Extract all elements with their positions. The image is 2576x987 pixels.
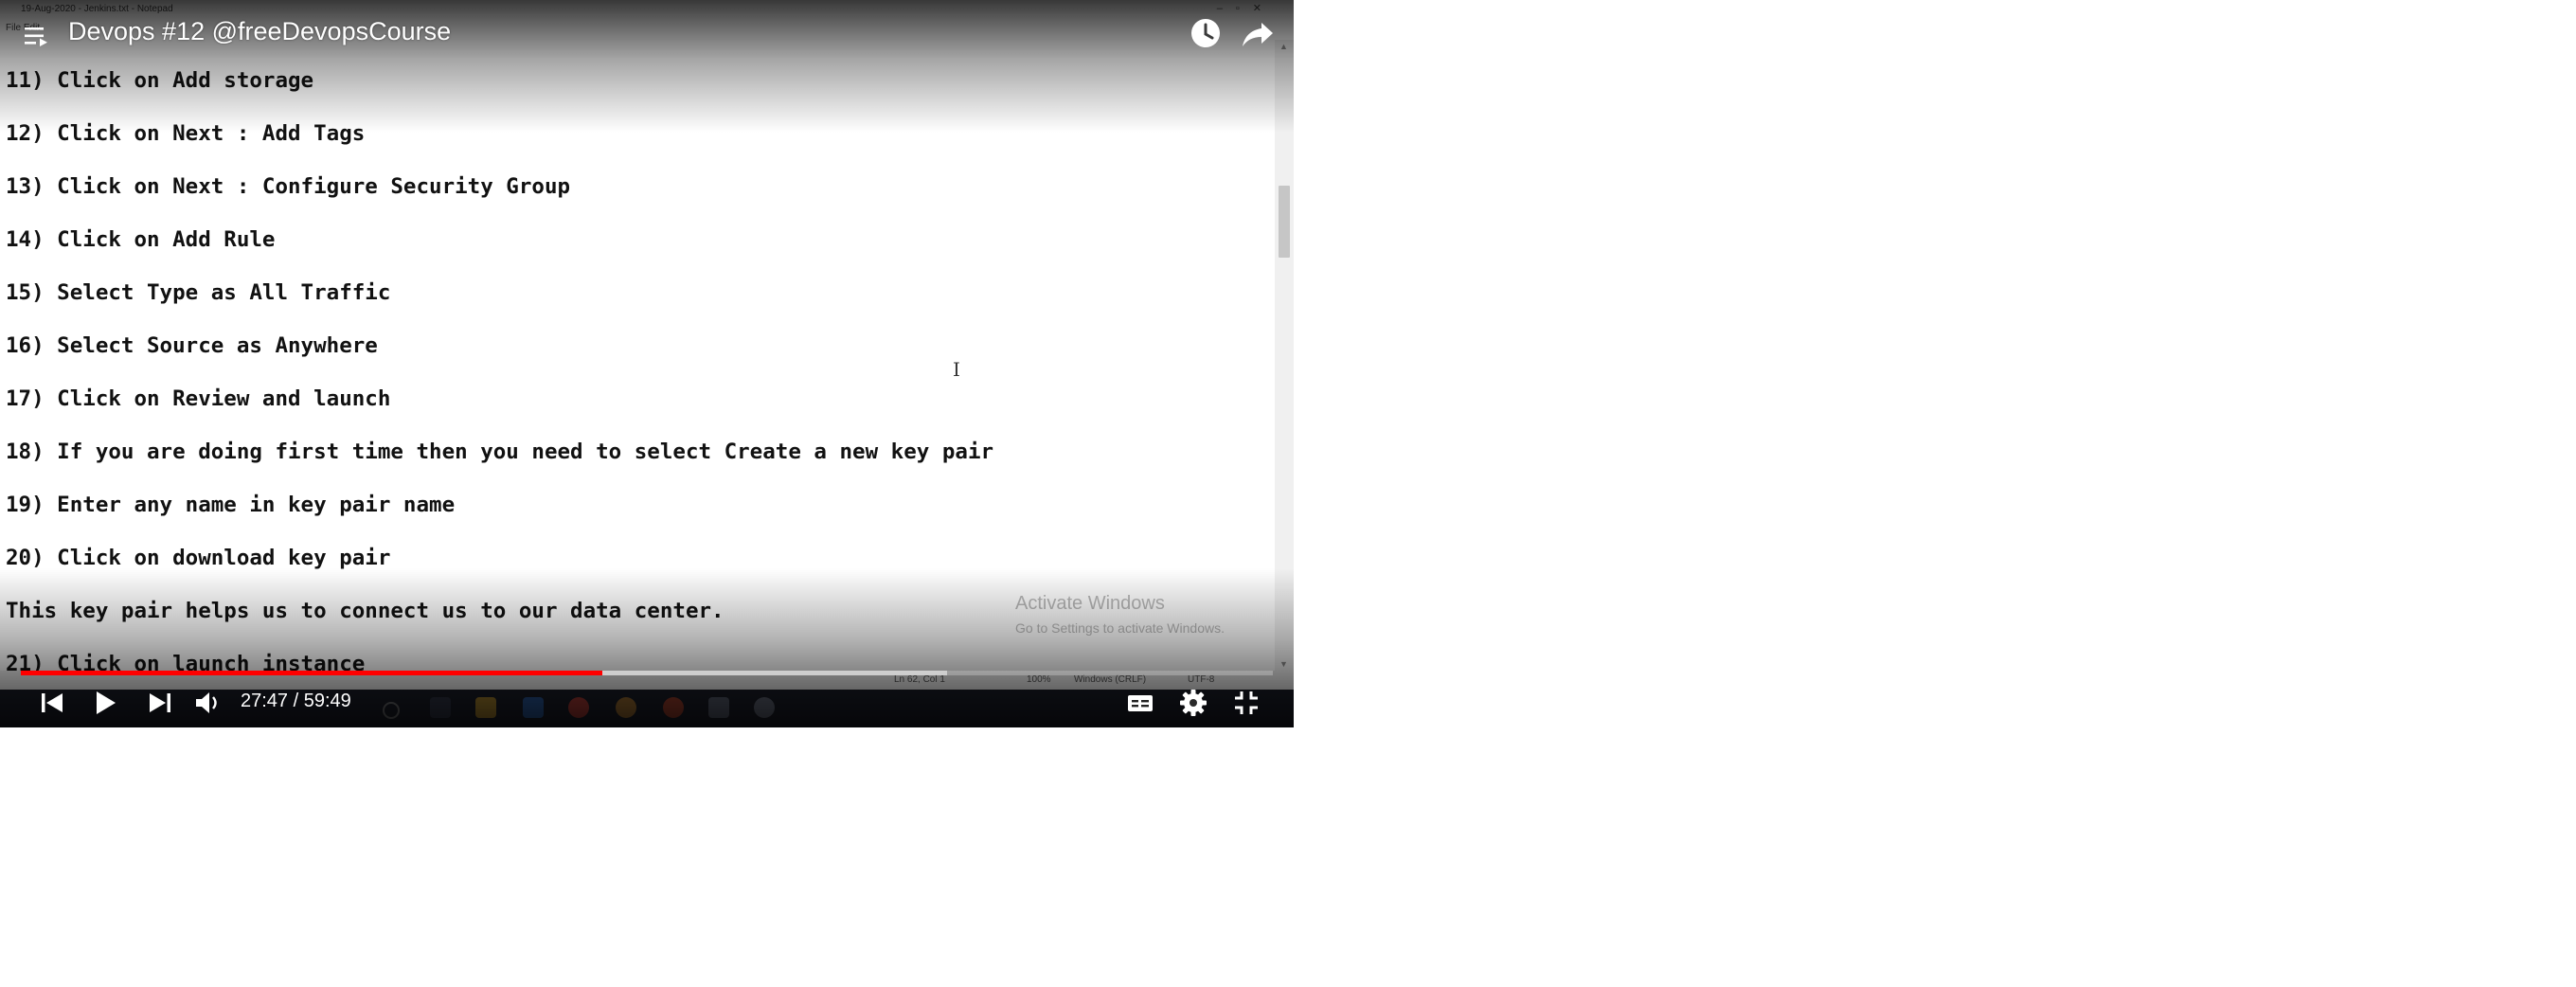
text-line: 18) If you are doing first time then you… — [6, 440, 994, 464]
playlist-icon[interactable] — [25, 25, 53, 47]
cortana-icon — [383, 702, 400, 719]
video-title[interactable]: Devops #12 @freeDevopsCourse — [68, 17, 451, 46]
status-encoding: UTF-8 — [1188, 674, 1215, 685]
duration: 59:49 — [303, 691, 351, 711]
text-line: 16) Select Source as Anywhere — [6, 333, 378, 358]
text-line: 17) Click on Review and launch — [6, 386, 391, 411]
taskbar-app-icon — [616, 697, 636, 718]
cc-icon[interactable] — [1123, 686, 1157, 720]
taskbar-app-icon — [754, 697, 775, 718]
activate-windows-subtitle: Go to Settings to activate Windows. — [1015, 620, 1225, 636]
notepad-text-area: 11) Click on Add storage 12) Click on Ne… — [6, 68, 993, 705]
scrollbar-thumb — [1279, 186, 1290, 258]
exit-fullscreen-icon[interactable] — [1229, 686, 1263, 720]
play-icon[interactable] — [87, 686, 121, 720]
task-view-icon — [430, 697, 451, 718]
notepad-titlebar: 19-Aug-2020 - Jenkins.txt - Notepad –▫✕ — [0, 0, 1294, 19]
notepad-taskbar-icon — [708, 697, 729, 718]
file-explorer-icon — [475, 697, 496, 718]
skip-next-icon[interactable] — [142, 686, 176, 720]
status-line-ending: Windows (CRLF) — [1074, 674, 1147, 685]
skip-previous-icon[interactable] — [36, 686, 70, 720]
text-line: 15) Select Type as All Traffic — [6, 280, 391, 305]
notepad-window-controls: –▫✕ — [1216, 3, 1275, 14]
text-line: 13) Click on Next : Configure Security G… — [6, 174, 571, 199]
speaker-icon[interactable] — [191, 686, 225, 720]
scroll-up-arrow-icon: ▲ — [1279, 42, 1288, 51]
text-line: 12) Click on Next : Add Tags — [6, 121, 366, 146]
progress-played — [21, 671, 603, 675]
text-line: 20) Click on download key pair — [6, 546, 391, 570]
activate-windows-title: Activate Windows — [1015, 593, 1165, 614]
text-line: 11) Click on Add storage — [6, 68, 314, 93]
taskbar-app-icon — [663, 697, 684, 718]
status-zoom: 100% — [1027, 674, 1051, 685]
time-separator: / — [293, 691, 304, 711]
chrome-icon — [568, 697, 589, 718]
text-line: 19) Enter any name in key pair name — [6, 493, 456, 517]
notepad-scrollbar: ▲ ▼ — [1275, 40, 1294, 671]
video-player[interactable]: 19-Aug-2020 - Jenkins.txt - Notepad –▫✕ … — [0, 0, 1294, 727]
scroll-down-arrow-icon: ▼ — [1279, 659, 1288, 669]
text-cursor-icon: I — [953, 358, 960, 381]
notepad-window-title: 19-Aug-2020 - Jenkins.txt - Notepad — [21, 4, 173, 14]
progress-bar[interactable] — [21, 671, 1273, 675]
text-line: This key pair helps us to connect us to … — [6, 599, 724, 623]
status-cursor-position: Ln 62, Col 1 — [894, 674, 945, 685]
video-frame: 19-Aug-2020 - Jenkins.txt - Notepad –▫✕ … — [0, 0, 1294, 727]
taskbar-app-icon — [523, 697, 544, 718]
share-arrow-icon[interactable] — [1241, 17, 1275, 51]
gear-icon[interactable] — [1176, 686, 1210, 720]
current-time: 27:47 — [241, 691, 289, 711]
activate-windows-watermark: Activate Windows Go to Settings to activ… — [1015, 593, 1225, 636]
time-display: 27:47 / 59:49 — [241, 691, 351, 712]
clock-icon[interactable] — [1190, 17, 1222, 49]
text-line: 14) Click on Add Rule — [6, 227, 276, 252]
